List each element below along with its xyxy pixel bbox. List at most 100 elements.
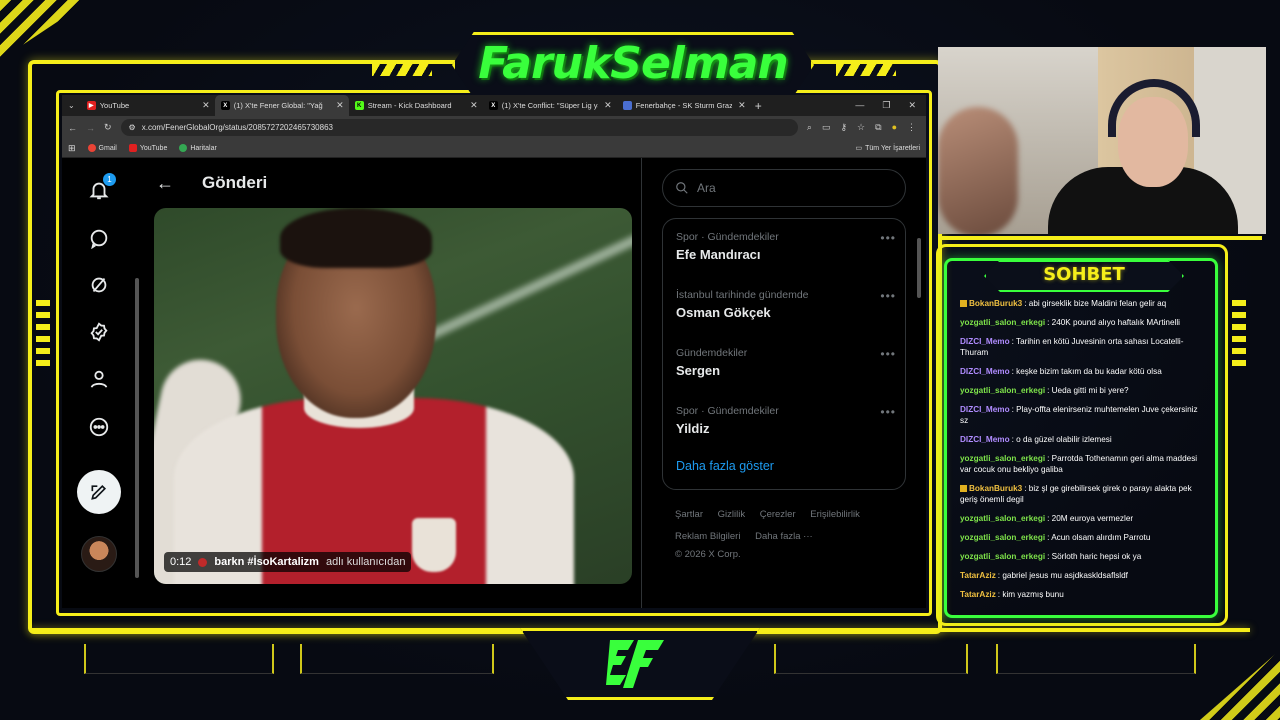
close-icon[interactable]: ✕ bbox=[336, 100, 344, 111]
chat-username[interactable]: BokanBuruk3 bbox=[969, 299, 1022, 308]
chat-username[interactable]: DIZCI_Memo bbox=[960, 405, 1010, 414]
trend-item[interactable]: İstanbul tarihinde gündemde Osman Gökçek… bbox=[676, 289, 896, 320]
communities-slash-icon[interactable] bbox=[86, 272, 112, 298]
bookmark-youtube[interactable]: YouTube bbox=[128, 144, 168, 152]
trend-meta: Spor · Gündemdekiler bbox=[676, 405, 779, 417]
footer-link-more[interactable]: Daha fazla ··· bbox=[755, 531, 813, 542]
bookmark-label: Haritalar bbox=[190, 144, 217, 152]
site-info-icon[interactable]: ⚙ bbox=[129, 123, 136, 132]
chat-text: : 240K pound alıyo haftalık MArtinelli bbox=[1047, 318, 1180, 327]
notifications-icon[interactable]: 1 bbox=[86, 173, 116, 203]
bookmark-label: YouTube bbox=[139, 144, 168, 152]
bookmark-label: Tüm Yer İşaretleri bbox=[865, 144, 920, 152]
chat-messages: BokanBuruk3: abi girseklik bize Maldini … bbox=[954, 294, 1208, 598]
footer-link-terms[interactable]: Şartlar bbox=[675, 509, 703, 520]
back-icon[interactable]: ← bbox=[68, 123, 77, 133]
menu-kebab-icon[interactable]: ⋮ bbox=[907, 122, 916, 133]
chat-username[interactable]: DIZCI_Memo bbox=[960, 435, 1010, 444]
compose-post-button[interactable] bbox=[77, 470, 121, 514]
bookmark-label: Gmail bbox=[98, 144, 117, 152]
video-frame-crest bbox=[412, 518, 456, 572]
chat-username[interactable]: DIZCI_Memo bbox=[960, 337, 1010, 346]
close-icon[interactable]: ✕ bbox=[738, 100, 746, 111]
footer-link-cookies[interactable]: Çerezler bbox=[760, 509, 796, 520]
chat-message: DIZCI_Memo: o da güzel olabilir izlemesi bbox=[954, 430, 1208, 449]
more-dots-icon[interactable]: ••• bbox=[880, 231, 896, 245]
chat-username[interactable]: yozgatli_salon_erkegi bbox=[960, 386, 1045, 395]
account-avatar[interactable] bbox=[81, 536, 117, 572]
trend-item[interactable]: Spor · Gündemdekiler Efe Mandıracı ••• bbox=[676, 231, 896, 262]
chat-username[interactable]: TatarAziz bbox=[960, 571, 996, 580]
bookmark-maps[interactable]: Haritalar bbox=[179, 144, 217, 152]
tab-fenerbahce-sturm[interactable]: Fenerbahçe - SK Sturm Graz ca ✕ bbox=[617, 95, 751, 116]
password-key-icon[interactable]: ⚷ bbox=[840, 122, 847, 133]
show-more-link[interactable]: Daha fazla göster bbox=[676, 459, 774, 473]
chat-message: BokanBuruk3: abi girseklik bize Maldini … bbox=[954, 294, 1208, 313]
chevron-decoration bbox=[372, 62, 432, 76]
more-dots-icon[interactable]: ••• bbox=[880, 289, 896, 303]
minimize-icon[interactable]: — bbox=[855, 100, 864, 111]
tab-x-fener-global[interactable]: X (1) X'te Fener Global: "Yağ ✕ bbox=[214, 95, 349, 116]
bookmarks-bar: ⊞ Gmail YouTube Haritalar ▭ Tüm Yer İşare… bbox=[62, 139, 926, 158]
chat-message: BokanBuruk3: biz şl ge girebilirsek gire… bbox=[954, 479, 1208, 509]
back-arrow-icon[interactable]: ← bbox=[156, 173, 174, 194]
maximize-icon[interactable]: ❐ bbox=[882, 100, 890, 111]
chat-username[interactable]: yozgatli_salon_erkegi bbox=[960, 318, 1045, 327]
more-dots-icon[interactable]: ••• bbox=[880, 405, 896, 419]
chat-username[interactable]: yozgatli_salon_erkegi bbox=[960, 454, 1045, 463]
profile-icon[interactable]: ● bbox=[892, 122, 897, 133]
bookmark-star-icon[interactable]: ☆ bbox=[857, 122, 865, 133]
tab-search-chevron-icon[interactable]: ⌄ bbox=[68, 101, 75, 110]
address-bar-actions: ⌕ ▭ ⚷ ☆ ⧉ ● ⋮ bbox=[807, 122, 920, 133]
extensions-icon[interactable]: ⧉ bbox=[875, 122, 881, 133]
page-scrollbar[interactable] bbox=[914, 158, 924, 608]
chat-username[interactable]: yozgatli_salon_erkegi bbox=[960, 514, 1045, 523]
nav-scrollbar[interactable] bbox=[134, 158, 140, 608]
close-window-icon[interactable]: ✕ bbox=[908, 100, 916, 111]
cast-icon[interactable]: ▭ bbox=[822, 122, 831, 133]
footer-link-privacy[interactable]: Gizlilik bbox=[718, 509, 745, 520]
new-tab-icon[interactable]: + bbox=[755, 99, 762, 113]
close-icon[interactable]: ✕ bbox=[604, 100, 612, 111]
apps-grid-icon[interactable]: ⊞ bbox=[68, 143, 76, 154]
more-dots-icon[interactable]: ••• bbox=[880, 347, 896, 361]
tab-label: Fenerbahçe - SK Sturm Graz ca bbox=[635, 101, 732, 110]
chat-message: yozgatli_salon_erkegi: Ueda gitti mi bi … bbox=[954, 381, 1208, 400]
chat-username[interactable]: BokanBuruk3 bbox=[969, 484, 1022, 493]
search-input[interactable]: Ara bbox=[662, 169, 906, 207]
all-bookmarks[interactable]: ▭ Tüm Yer İşaretleri bbox=[856, 144, 920, 153]
reload-icon[interactable]: ↻ bbox=[104, 122, 112, 133]
notification-badge: 1 bbox=[103, 173, 116, 186]
forward-icon[interactable]: → bbox=[86, 123, 95, 133]
bookmark-gmail[interactable]: Gmail bbox=[87, 144, 117, 152]
profile-icon[interactable] bbox=[86, 366, 112, 392]
tab-youtube[interactable]: ▶ YouTube ✕ bbox=[81, 95, 215, 116]
chat-message: yozgatli_salon_erkegi: Sörloth haric hep… bbox=[954, 547, 1208, 566]
footer-link-ads-info[interactable]: Reklam Bilgileri bbox=[675, 531, 740, 542]
address-bar[interactable]: ⚙ x.com/FenerGlobalOrg/status/2085727202… bbox=[120, 119, 798, 136]
grok-icon[interactable] bbox=[86, 225, 112, 251]
trend-item[interactable]: Spor · Gündemdekiler Yildiz ••• bbox=[676, 405, 896, 436]
trend-item[interactable]: Gündemdekiler Sergen ••• bbox=[676, 347, 896, 378]
video-source-user[interactable]: barkn #İsoKartalizm bbox=[214, 556, 319, 568]
search-placeholder: Ara bbox=[697, 181, 716, 195]
trend-meta: Spor · Gündemdekiler bbox=[676, 231, 779, 243]
chat-username[interactable]: yozgatli_salon_erkegi bbox=[960, 533, 1045, 542]
footer-link-accessibility[interactable]: Erişilebilirlik bbox=[810, 509, 860, 520]
close-icon[interactable]: ✕ bbox=[470, 100, 478, 111]
verified-icon[interactable] bbox=[86, 319, 112, 345]
close-icon[interactable]: ✕ bbox=[202, 100, 210, 111]
chat-username[interactable]: TatarAziz bbox=[960, 590, 996, 598]
more-icon[interactable] bbox=[86, 414, 112, 440]
chat-message: yozgatli_salon_erkegi: 20M euroya vermez… bbox=[954, 509, 1208, 528]
zoom-icon[interactable]: ⌕ bbox=[807, 122, 812, 133]
chat-username[interactable]: yozgatli_salon_erkegi bbox=[960, 552, 1045, 561]
video-source-suffix: adlı kullanıcıdan bbox=[325, 556, 406, 568]
tab-kick-dashboard[interactable]: K Stream - Kick Dashboard ✕ bbox=[349, 95, 483, 116]
tab-x-conflict[interactable]: X (1) X'te Conflict: "Süper Lig yay ✕ bbox=[483, 95, 617, 116]
chat-message: DIZCI_Memo: keşke bizim takım da bu kada… bbox=[954, 362, 1208, 381]
chat-username[interactable]: DIZCI_Memo bbox=[960, 367, 1010, 376]
bottom-slot bbox=[774, 644, 968, 674]
page-icon bbox=[622, 101, 632, 110]
video-player[interactable]: 0:12 barkn #İsoKartalizm adlı kullanıcıd… bbox=[154, 208, 632, 584]
